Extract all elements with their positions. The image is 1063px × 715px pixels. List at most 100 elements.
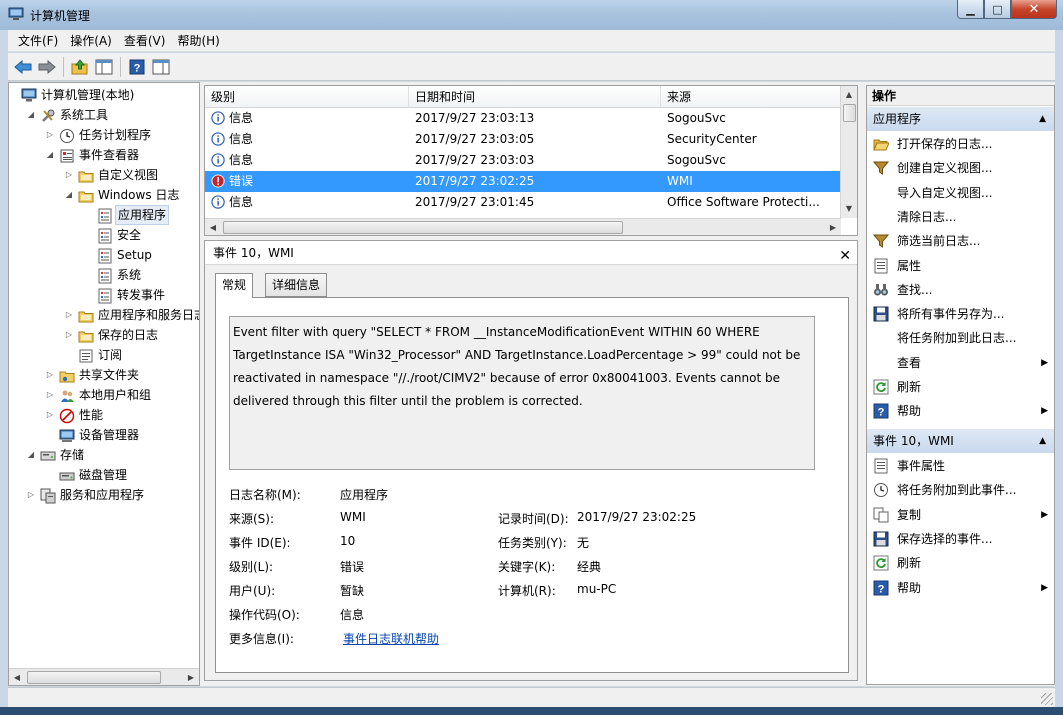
forward-button[interactable]: [36, 56, 58, 78]
actions-section-event[interactable]: 事件 10，WMI ▲: [867, 429, 1054, 453]
action-item[interactable]: 将任务附加到此事件...: [867, 478, 1054, 502]
tree-node[interactable]: ▷ 本地用户和组: [9, 385, 199, 405]
collapse-caret-icon[interactable]: ▲: [1039, 429, 1046, 453]
collapse-arrow-icon[interactable]: ◢: [64, 185, 74, 205]
tab-general[interactable]: 常规: [215, 273, 254, 298]
tree-node[interactable]: ▷ 任务计划程序: [9, 125, 199, 145]
action-item[interactable]: 属性: [867, 254, 1054, 278]
back-button[interactable]: [12, 56, 34, 78]
tree-node[interactable]: ◢ Windows 日志: [9, 185, 199, 205]
show-hide-action-pane-button[interactable]: [150, 56, 172, 78]
action-item[interactable]: 导入自定义视图...: [867, 181, 1054, 205]
tree-node[interactable]: ▷ 应用程序和服务日志: [9, 305, 199, 325]
scroll-thumb[interactable]: [27, 671, 161, 684]
title-bar[interactable]: 计算机管理 ▁ □ ✕: [0, 0, 1063, 30]
scroll-right-icon[interactable]: ▶: [826, 221, 840, 234]
scroll-up-icon[interactable]: ▲: [842, 88, 856, 101]
event-list[interactable]: 级别 日期和时间 来源 信息 2017/9/27 23:03:13 SogouSvc…: [204, 85, 858, 236]
action-item[interactable]: 将所有事件另存为...: [867, 302, 1054, 326]
expand-arrow-icon[interactable]: ▷: [45, 365, 55, 385]
expand-arrow-icon[interactable]: ▷: [26, 485, 36, 505]
scroll-down-icon[interactable]: ▼: [842, 202, 856, 215]
tree-node[interactable]: 订阅: [9, 345, 199, 365]
tree-node[interactable]: ▷ 服务和应用程序: [9, 485, 199, 505]
action-item[interactable]: 刷新: [867, 375, 1054, 399]
collapse-arrow-icon[interactable]: ◢: [45, 145, 55, 165]
tree-horizontal-scrollbar[interactable]: ◀ ▶: [9, 668, 199, 685]
tree-node[interactable]: ▷ 自定义视图: [9, 165, 199, 185]
close-detail-icon[interactable]: ✕: [839, 244, 851, 268]
tree-node[interactable]: 设备管理器: [9, 425, 199, 445]
tab-details[interactable]: 详细信息: [265, 273, 328, 297]
show-hide-tree-button[interactable]: [93, 56, 115, 78]
tree-node[interactable]: 计算机管理(本地): [9, 85, 199, 105]
table-row[interactable]: 信息 2017/9/27 23:03:03 SogouSvc: [205, 150, 841, 171]
tree-node[interactable]: ▷ 保存的日志: [9, 325, 199, 345]
action-item[interactable]: 查找...: [867, 278, 1054, 302]
menu-file[interactable]: 文件(F): [12, 31, 64, 51]
tree-node[interactable]: ▷ 性能: [9, 405, 199, 425]
scroll-thumb[interactable]: [223, 221, 623, 234]
event-detail-title: 事件 10，WMI ✕: [205, 241, 857, 265]
actions-section-application[interactable]: 应用程序 ▲: [867, 107, 1054, 131]
console-tree[interactable]: 计算机管理(本地) ◢ 系统工具 ▷ 任务计划程序 ◢ 事件查看器 ▷ 自定义视图 ◢ Window…: [8, 82, 200, 686]
action-item-label: 将任务附加到此日志...: [897, 331, 1017, 346]
tree-node[interactable]: 转发事件: [9, 285, 199, 305]
action-item[interactable]: 事件属性: [867, 454, 1054, 478]
expand-arrow-icon[interactable]: ▷: [64, 305, 74, 325]
action-item[interactable]: 筛选当前日志...: [867, 229, 1054, 253]
table-row[interactable]: 信息 2017/9/27 23:03:05 SecurityCenter: [205, 129, 841, 150]
event-message-box[interactable]: Event filter with query "SELECT * FROM _…: [229, 316, 815, 470]
expand-arrow-icon[interactable]: ▷: [45, 125, 55, 145]
column-header-source[interactable]: 来源: [661, 86, 841, 108]
up-level-button[interactable]: [69, 56, 91, 78]
tree-node[interactable]: ▷ 共享文件夹: [9, 365, 199, 385]
maximize-button[interactable]: □: [984, 0, 1011, 19]
scroll-left-icon[interactable]: ◀: [206, 221, 220, 234]
scroll-thumb[interactable]: [843, 104, 856, 122]
minimize-button[interactable]: ▁: [957, 0, 984, 19]
resize-grip-icon[interactable]: [1041, 693, 1053, 705]
tree-node[interactable]: Setup: [9, 245, 199, 265]
column-header-level[interactable]: 级别: [205, 86, 409, 108]
menu-help[interactable]: 帮助(H): [171, 31, 225, 51]
tree-node[interactable]: 应用程序: [9, 205, 199, 225]
action-item[interactable]: ? 帮助 ▶: [867, 399, 1054, 423]
column-header-datetime[interactable]: 日期和时间: [409, 86, 661, 108]
event-log-online-help-link[interactable]: 事件日志联机帮助: [343, 630, 439, 647]
action-item[interactable]: 将任务附加到此日志...: [867, 326, 1054, 350]
expand-arrow-icon[interactable]: ▷: [64, 165, 74, 185]
scroll-right-icon[interactable]: ▶: [184, 671, 198, 684]
collapse-arrow-icon[interactable]: ◢: [26, 445, 36, 465]
expand-arrow-icon[interactable]: ▷: [64, 325, 74, 345]
event-list-horizontal-scrollbar[interactable]: ◀ ▶: [205, 218, 841, 235]
menu-action[interactable]: 操作(A): [64, 31, 118, 51]
tree-node[interactable]: 系统: [9, 265, 199, 285]
collapse-caret-icon[interactable]: ▲: [1039, 107, 1046, 131]
event-list-vertical-scrollbar[interactable]: ▲ ▼: [840, 86, 857, 218]
tree-node[interactable]: ◢ 事件查看器: [9, 145, 199, 165]
menu-view[interactable]: 查看(V): [118, 31, 172, 51]
help-toolbar-button[interactable]: ?: [126, 56, 148, 78]
expand-arrow-icon[interactable]: ▷: [45, 385, 55, 405]
tree-node[interactable]: 磁盘管理: [9, 465, 199, 485]
scroll-left-icon[interactable]: ◀: [10, 671, 24, 684]
action-item[interactable]: 查看 ▶: [867, 351, 1054, 375]
table-row[interactable]: 信息 2017/9/27 23:01:45 Office Software Prot…: [205, 192, 841, 213]
action-item[interactable]: 打开保存的日志...: [867, 132, 1054, 156]
tree-node[interactable]: ◢ 存储: [9, 445, 199, 465]
close-button[interactable]: ✕: [1011, 0, 1057, 19]
expand-arrow-icon[interactable]: ▷: [45, 405, 55, 425]
tree-node[interactable]: ◢ 系统工具: [9, 105, 199, 125]
table-row[interactable]: 信息 2017/9/27 23:03:13 SogouSvc: [205, 108, 841, 129]
action-item-label: 导入自定义视图...: [897, 185, 993, 200]
action-item[interactable]: ? 帮助 ▶: [867, 576, 1054, 600]
action-item[interactable]: 刷新: [867, 551, 1054, 575]
action-item[interactable]: 保存选择的事件...: [867, 527, 1054, 551]
table-row[interactable]: 错误 2017/9/27 23:02:25 WMI: [205, 171, 841, 192]
action-item[interactable]: 创建自定义视图...: [867, 156, 1054, 180]
collapse-arrow-icon[interactable]: ◢: [26, 105, 36, 125]
action-item[interactable]: 清除日志...: [867, 205, 1054, 229]
action-item[interactable]: 复制 ▶: [867, 503, 1054, 527]
tree-node[interactable]: 安全: [9, 225, 199, 245]
